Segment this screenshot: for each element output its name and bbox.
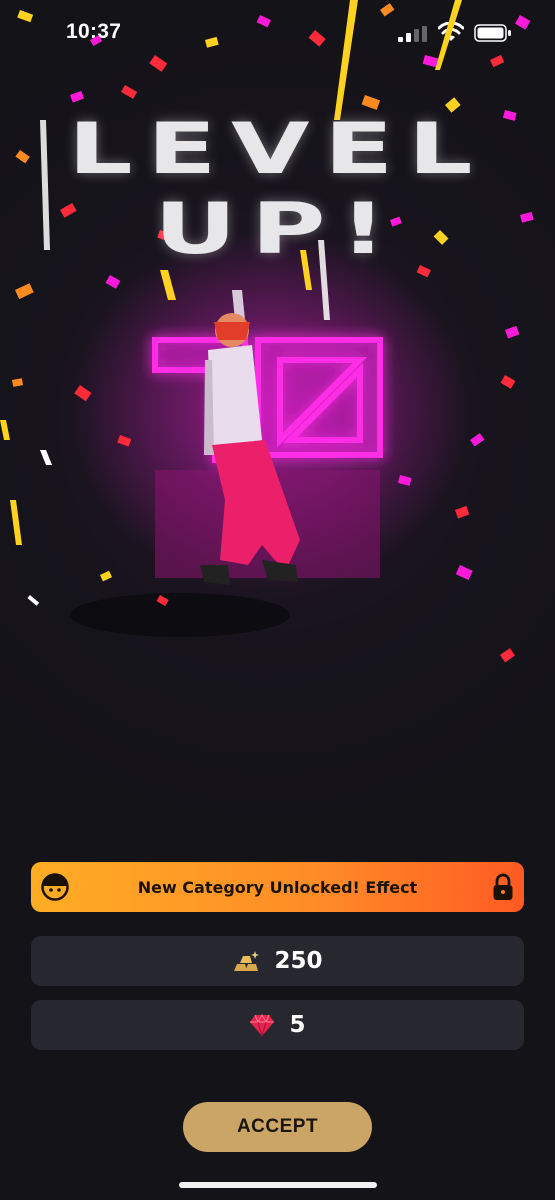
gold-reward-row: 250 [31, 936, 524, 986]
gem-reward-row: 5 [31, 1000, 524, 1050]
lock-icon [493, 873, 513, 900]
title-level: LEVEL [67, 108, 488, 190]
unlock-banner-text: New Category Unlocked! Effect [137, 877, 418, 897]
avatar-face-icon [41, 873, 69, 901]
gold-bars-icon [234, 951, 260, 971]
gem-value: 5 [289, 1012, 306, 1038]
home-indicator[interactable] [179, 1182, 377, 1188]
accept-button[interactable]: ACCEPT [183, 1102, 372, 1152]
gold-value: 250 [274, 948, 323, 974]
title-up: UP! [154, 188, 401, 270]
gem-icon [250, 1013, 275, 1037]
unlock-banner[interactable]: New Category Unlocked! Effect [31, 862, 524, 912]
celebration-scene [0, 0, 534, 663]
